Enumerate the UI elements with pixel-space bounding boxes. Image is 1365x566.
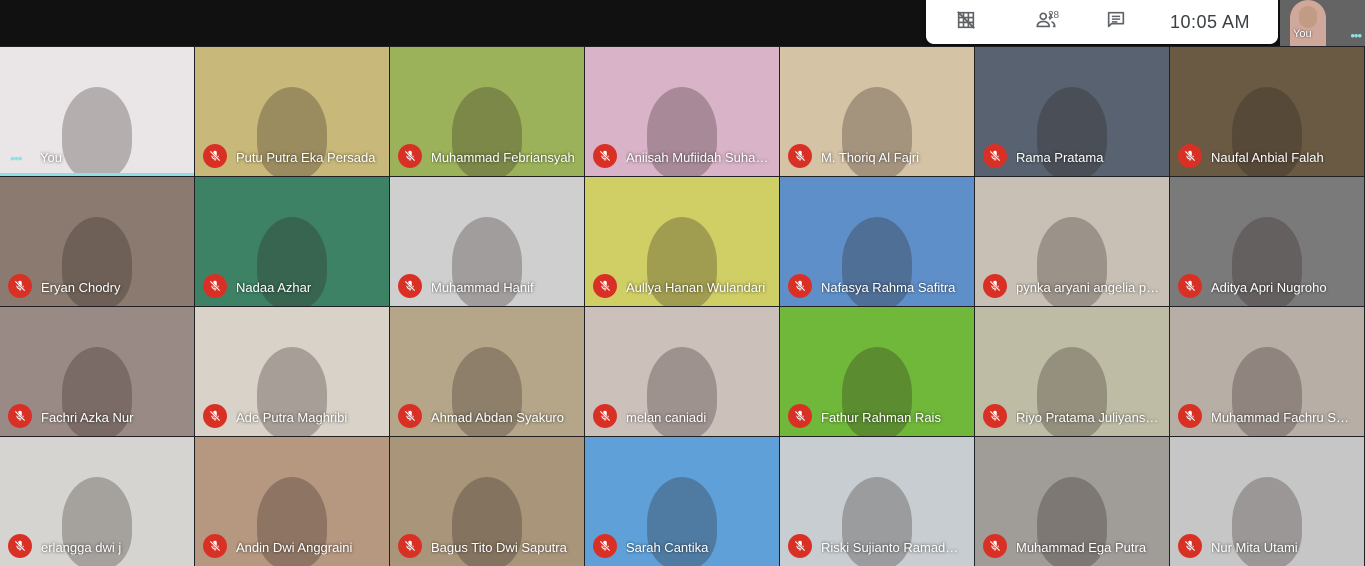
participant-name: Muhammad Ega Putra xyxy=(1016,540,1147,555)
mic-off-icon xyxy=(593,404,617,428)
mic-off-icon xyxy=(398,534,422,558)
mic-off-icon xyxy=(788,404,812,428)
mic-off-icon xyxy=(8,534,32,558)
participant-name: Naufal Anbial Falah xyxy=(1211,150,1324,165)
participant-tile[interactable]: Rama Pratama xyxy=(975,47,1169,176)
participant-tile[interactable]: Muhammad Hanif xyxy=(390,177,584,306)
layout-toggle-button[interactable] xyxy=(948,0,984,44)
participant-name: Fachri Azka Nur xyxy=(41,410,134,425)
self-view-label: You xyxy=(1293,28,1312,40)
mic-off-icon xyxy=(983,274,1007,298)
participant-name: Ahmad Abdan Syakuro xyxy=(431,410,564,425)
participant-tile[interactable]: Riyo Pratama Juliyansyah xyxy=(975,307,1169,436)
people-button[interactable]: 28 xyxy=(1026,0,1066,44)
active-speaker-indicator xyxy=(0,173,194,176)
mic-off-icon xyxy=(8,404,32,428)
participant-name: Riyo Pratama Juliyansyah xyxy=(1016,410,1160,425)
participant-tile[interactable]: Muhammad Febriansyah xyxy=(390,47,584,176)
participant-tile[interactable]: Muhammad Fachru Syahputra xyxy=(1170,307,1364,436)
more-dots-icon[interactable]: ••• xyxy=(10,151,23,165)
participant-tile[interactable]: Aditya Apri Nugroho xyxy=(1170,177,1364,306)
participant-name: Muhammad Hanif xyxy=(431,280,534,295)
participant-name: Riski Sujianto Ramadhan xyxy=(821,540,965,555)
participant-tile[interactable]: Sarah Cantika xyxy=(585,437,779,566)
mic-off-icon xyxy=(983,534,1007,558)
participant-name: Nafasya Rahma Safitra xyxy=(821,280,956,295)
participant-name: Muhammad Fachru Syahputra xyxy=(1211,410,1355,425)
participant-name: Muhammad Febriansyah xyxy=(431,150,575,165)
participant-tile[interactable]: erlangga dwi j xyxy=(0,437,194,566)
mic-off-icon xyxy=(203,274,227,298)
participant-tile[interactable]: pynka aryani angelia putri xyxy=(975,177,1169,306)
participant-tile[interactable]: M. Thoriq Al Fajri xyxy=(780,47,974,176)
mic-off-icon xyxy=(1178,534,1202,558)
participant-tile[interactable]: Muhammad Ega Putra xyxy=(975,437,1169,566)
participant-name: Fathur Rahman Rais xyxy=(821,410,941,425)
mic-off-icon xyxy=(788,534,812,558)
mic-off-icon xyxy=(8,274,32,298)
participant-name: pynka aryani angelia putri xyxy=(1016,280,1160,295)
participant-tile[interactable]: Nafasya Rahma Safitra xyxy=(780,177,974,306)
self-participant-tile[interactable]: ••• You xyxy=(0,47,194,176)
participant-name: M. Thoriq Al Fajri xyxy=(821,150,920,165)
participant-count: 28 xyxy=(1048,10,1060,21)
participant-tile[interactable]: Ahmad Abdan Syakuro xyxy=(390,307,584,436)
participant-tile[interactable]: Fachri Azka Nur xyxy=(0,307,194,436)
participant-name: Nur Mita Utami xyxy=(1211,540,1298,555)
participant-tile[interactable]: Riski Sujianto Ramadhan xyxy=(780,437,974,566)
participant-name: Eryan Chodry xyxy=(41,280,121,295)
participant-tile[interactable]: Aniisah Mufiidah Suhaimi xyxy=(585,47,779,176)
mic-off-icon xyxy=(203,144,227,168)
participant-tile[interactable]: Putu Putra Eka Persada xyxy=(195,47,389,176)
chat-button[interactable] xyxy=(1098,0,1134,44)
participant-tile[interactable]: Naufal Anbial Falah xyxy=(1170,47,1364,176)
mic-off-icon xyxy=(398,404,422,428)
participant-name: Nadaa Azhar xyxy=(236,280,312,295)
mic-off-icon xyxy=(1178,404,1202,428)
participant-tile[interactable]: Ade Putra Maghribi xyxy=(195,307,389,436)
chat-icon xyxy=(1105,9,1127,36)
participant-tile[interactable]: Andin Dwi Anggraini xyxy=(195,437,389,566)
participant-tile[interactable]: Nadaa Azhar xyxy=(195,177,389,306)
mic-off-icon xyxy=(593,274,617,298)
meeting-clock: 10:05 AM xyxy=(1170,12,1251,32)
mic-off-icon xyxy=(983,404,1007,428)
more-dots-icon[interactable]: ••• xyxy=(1350,28,1362,43)
participant-tile[interactable]: Eryan Chodry xyxy=(0,177,194,306)
mic-off-icon xyxy=(1178,144,1202,168)
participant-name: Andin Dwi Anggraini xyxy=(236,540,353,555)
mic-off-icon xyxy=(788,274,812,298)
participant-name: Sarah Cantika xyxy=(626,540,709,555)
meeting-controls-panel: 28 10:05 AM xyxy=(926,0,1278,44)
participant-name: Putu Putra Eka Persada xyxy=(236,150,376,165)
grid-off-icon xyxy=(955,9,977,36)
mic-off-icon xyxy=(1178,274,1202,298)
participant-name: erlangga dwi j xyxy=(41,540,122,555)
participant-name: melan caniadi xyxy=(626,410,707,425)
participant-tile[interactable]: Fathur Rahman Rais xyxy=(780,307,974,436)
participant-name: Bagus Tito Dwi Saputra xyxy=(431,540,567,555)
participant-tile[interactable]: Aullya Hanan Wulandari xyxy=(585,177,779,306)
mic-off-icon xyxy=(593,534,617,558)
mic-off-icon xyxy=(593,144,617,168)
participant-name: Aniisah Mufiidah Suhaimi xyxy=(626,150,770,165)
participant-tile[interactable]: Nur Mita Utami xyxy=(1170,437,1364,566)
mic-off-icon xyxy=(983,144,1007,168)
participant-name: Aullya Hanan Wulandari xyxy=(626,280,766,295)
self-view-thumbnail[interactable]: You ••• xyxy=(1280,0,1365,46)
participant-name: Rama Pratama xyxy=(1016,150,1104,165)
participant-name: You xyxy=(40,150,62,165)
participant-tile[interactable]: Bagus Tito Dwi Saputra xyxy=(390,437,584,566)
participant-name: Aditya Apri Nugroho xyxy=(1211,280,1327,295)
mic-off-icon xyxy=(203,404,227,428)
participant-name: Ade Putra Maghribi xyxy=(236,410,348,425)
mic-off-icon xyxy=(398,144,422,168)
mic-off-icon xyxy=(788,144,812,168)
mic-off-icon xyxy=(398,274,422,298)
participant-tile[interactable]: melan caniadi xyxy=(585,307,779,436)
mic-off-icon xyxy=(203,534,227,558)
